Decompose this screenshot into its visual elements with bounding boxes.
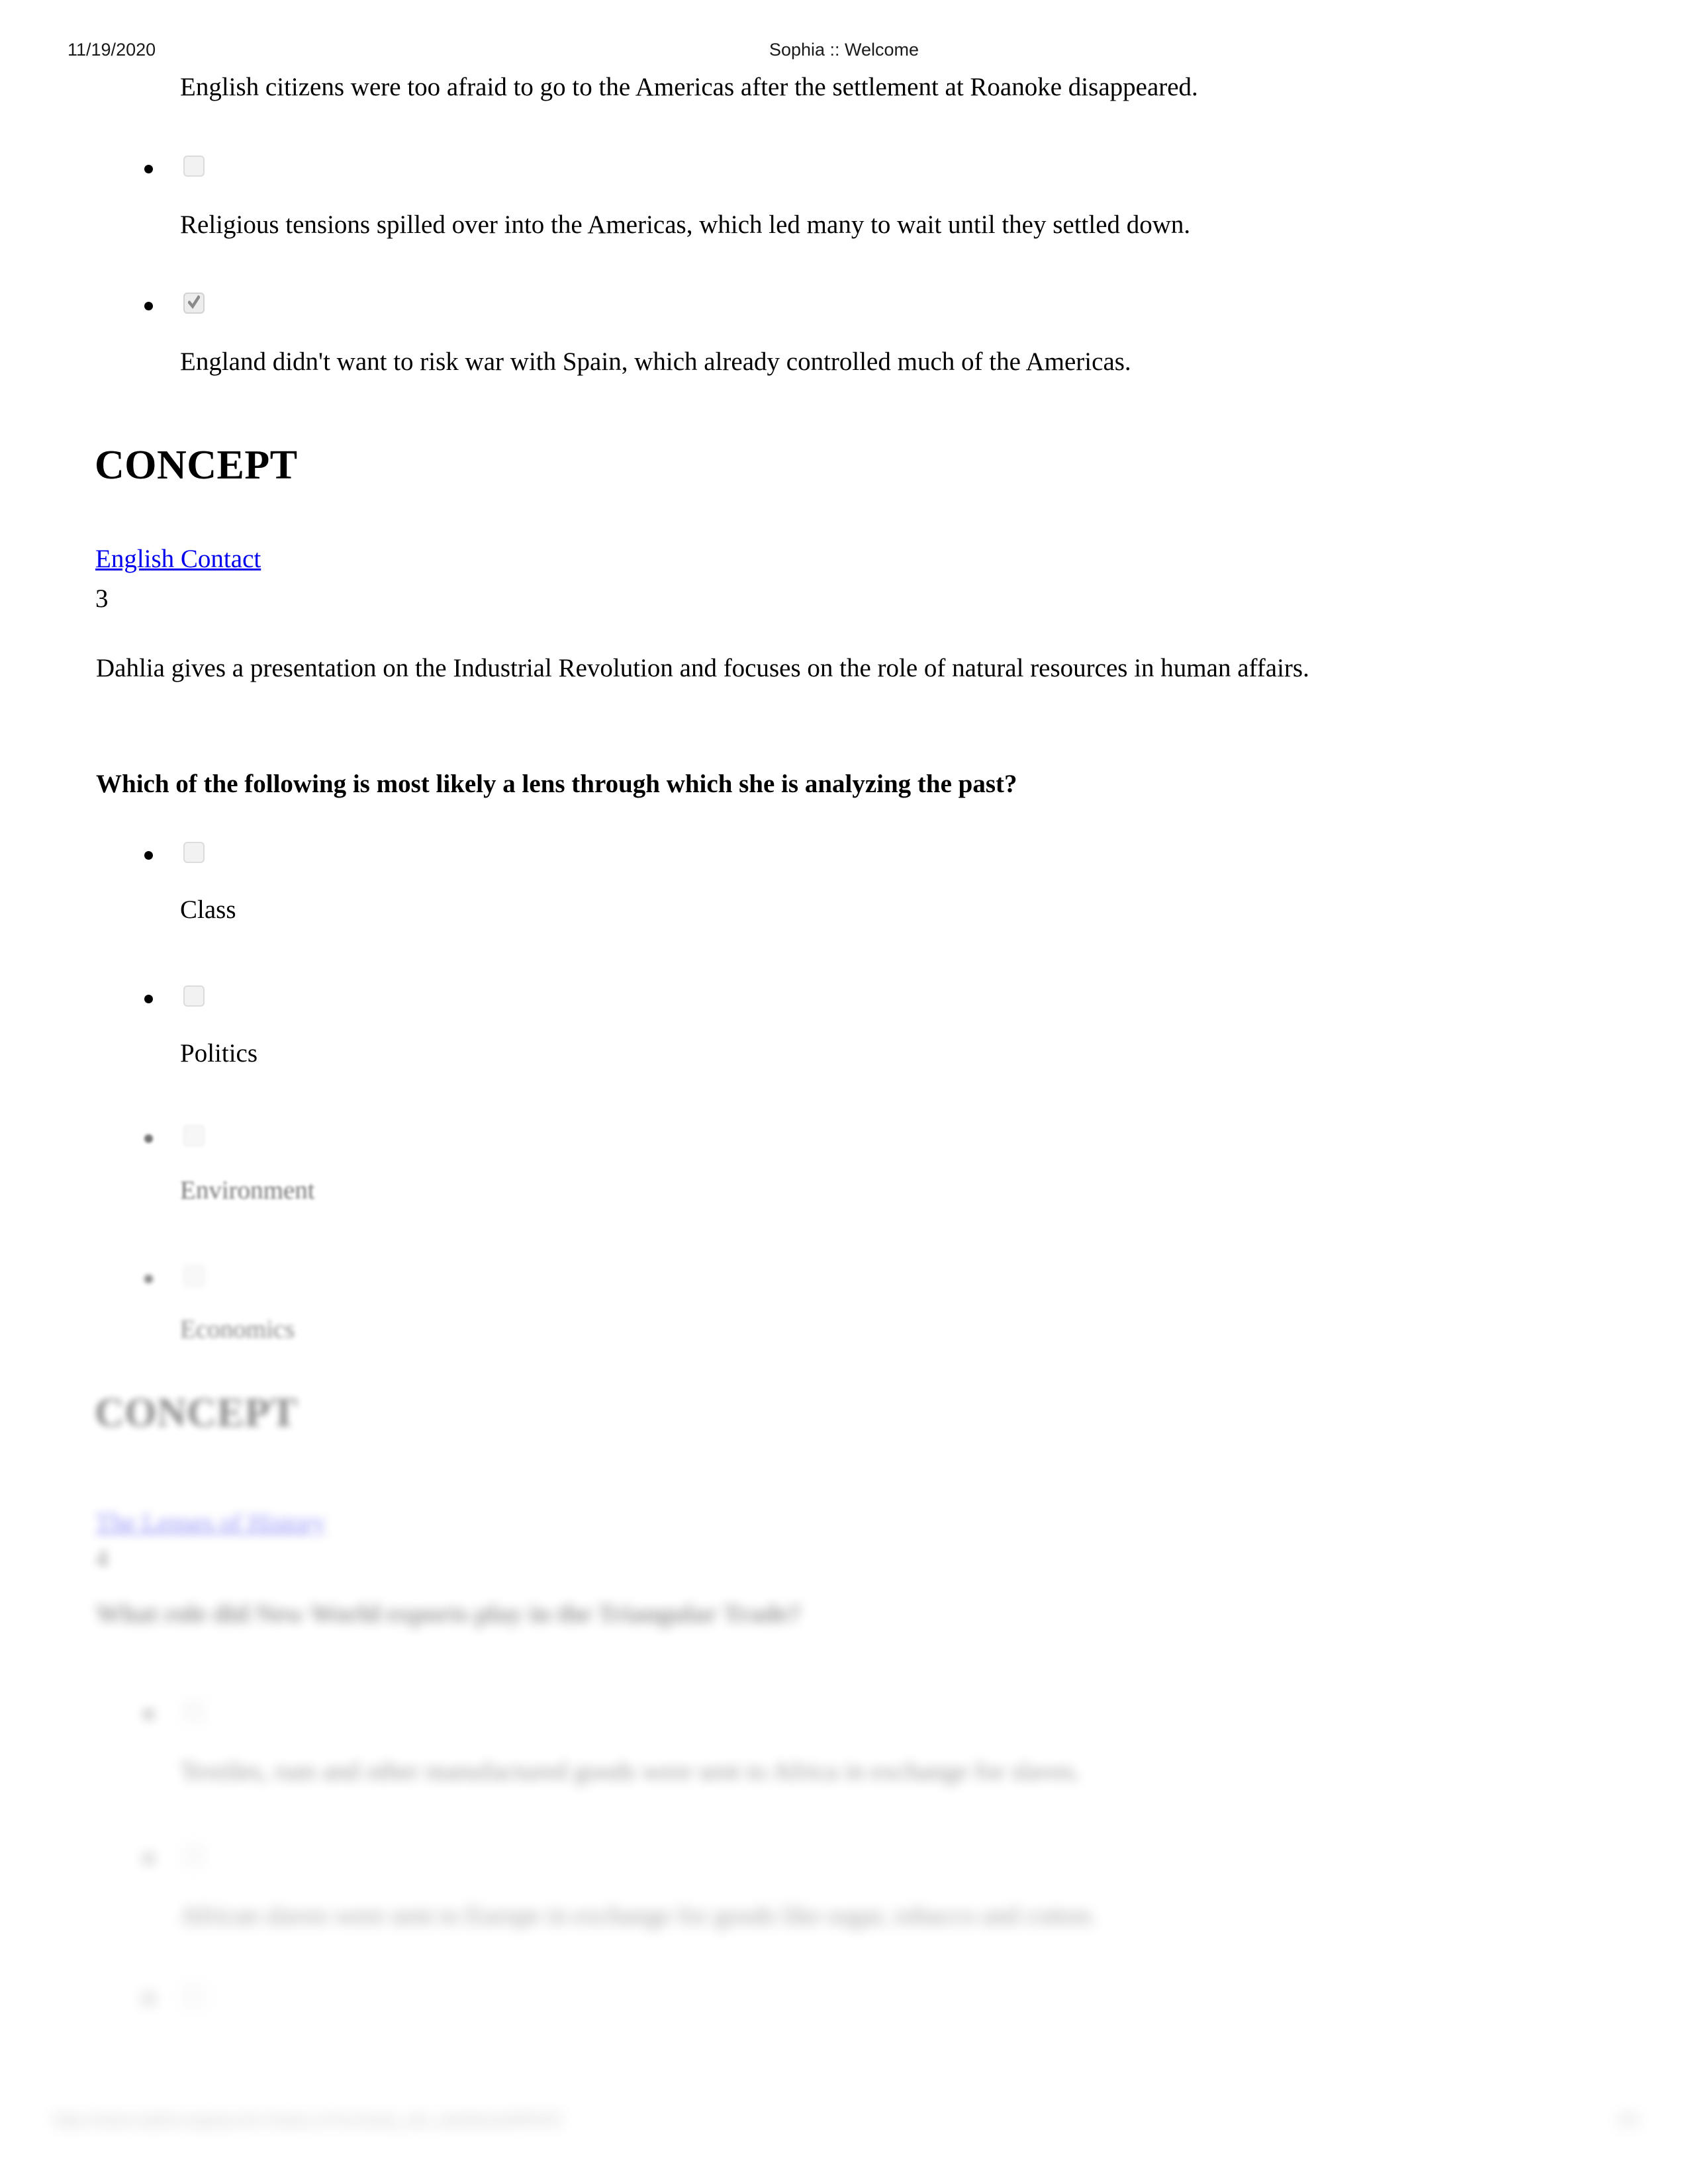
option-row-class[interactable] [0, 842, 1688, 870]
concept-heading-1: CONCEPT [95, 443, 298, 488]
option-row-partial[interactable] [0, 1985, 1688, 2013]
page-footer: https://www.sophia.org/spcc/en-history-o… [0, 2111, 1688, 2142]
checkbox-textiles[interactable] [183, 1701, 205, 1722]
question-prompt-lens: Which of the following is most likely a … [96, 770, 1017, 798]
list-bullet-icon [144, 1134, 153, 1143]
list-bullet-icon [144, 1275, 153, 1283]
checkbox-partial[interactable] [183, 1985, 205, 2007]
checkbox-environment[interactable] [183, 1125, 205, 1146]
list-bullet-icon [144, 1854, 153, 1863]
option-text-spain: England didn't want to risk war with Spa… [180, 347, 1131, 376]
list-bullet-icon [144, 995, 153, 1003]
checkmark-icon [188, 295, 200, 309]
option-row-textiles[interactable] [0, 1701, 1688, 1729]
option-row-religious[interactable] [0, 156, 1688, 183]
checkbox-african-slaves[interactable] [183, 1845, 205, 1866]
checkbox-class[interactable] [183, 842, 205, 863]
list-bullet-icon [144, 1995, 153, 2003]
list-bullet-icon [144, 1710, 153, 1719]
option-row-economics[interactable] [0, 1265, 1688, 1293]
option-text-religious: Religious tensions spilled over into the… [180, 210, 1191, 239]
concept-heading-2: CONCEPT [95, 1390, 298, 1435]
question-number-4: 4 [95, 1544, 109, 1572]
option-text-class: Class [180, 895, 236, 924]
checkbox-religious[interactable] [183, 156, 205, 177]
footer-page-number: 2/5 [1617, 2111, 1638, 2128]
question-number-3: 3 [95, 584, 109, 613]
option-text-politics: Politics [180, 1039, 258, 1068]
list-bullet-icon [144, 851, 153, 860]
option-row-politics[interactable] [0, 985, 1688, 1013]
option-row-spain[interactable] [0, 293, 1688, 320]
checkbox-economics[interactable] [183, 1265, 205, 1287]
page-header: 11/19/2020 Sophia :: Welcome [0, 40, 1688, 66]
footer-url: https://www.sophia.org/spcc/en-history-o… [53, 2111, 562, 2128]
question-stem-dahlia: Dahlia gives a presentation on the Indus… [96, 654, 1309, 682]
option-text-textiles: Textiles, rum and other manufactured goo… [180, 1757, 1081, 1786]
concept-link-lenses-of-history[interactable]: The Lenses of History [95, 1508, 326, 1537]
option-text-environment: Environment [180, 1176, 315, 1205]
option-text-economics: Economics [180, 1315, 295, 1343]
page-title: Sophia :: Welcome [769, 40, 919, 60]
option-text-roanoke: English citizens were too afraid to go t… [180, 73, 1198, 101]
list-bullet-icon [144, 165, 153, 173]
concept-link-english-contact[interactable]: English Contact [95, 544, 261, 574]
option-row-african-slaves[interactable] [0, 1845, 1688, 1873]
option-text-african-slaves: African slaves were sent to Europe in ex… [180, 1901, 1097, 1930]
question-prompt-triangular-trade: What role did New World exports play in … [96, 1600, 802, 1628]
checkbox-politics[interactable] [183, 985, 205, 1007]
checkbox-spain-checked[interactable] [183, 293, 205, 314]
list-bullet-icon [144, 302, 153, 310]
option-row-environment[interactable] [0, 1125, 1688, 1153]
